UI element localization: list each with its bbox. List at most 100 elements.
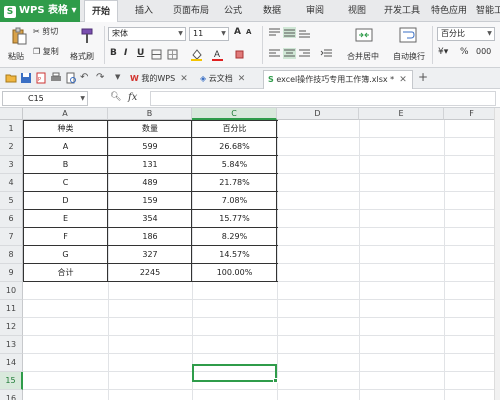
strikethrough-icon[interactable] (151, 49, 162, 60)
tab-page-layout[interactable]: 页面布局 (173, 0, 209, 22)
merge-center-icon[interactable] (355, 26, 373, 44)
undo-icon[interactable]: ↶ (80, 72, 88, 83)
close-icon[interactable]: ✕ (180, 74, 188, 84)
print-icon[interactable] (50, 72, 62, 84)
tab-view[interactable]: 视图 (348, 0, 366, 22)
export-pdf-icon[interactable]: P (35, 72, 47, 84)
row-header-3[interactable]: 3 (0, 156, 23, 174)
table-cell[interactable]: D (23, 192, 108, 210)
merge-center-button[interactable]: 合并居中 (347, 51, 379, 62)
selected-cell-c15[interactable] (192, 364, 278, 383)
close-icon[interactable]: ✕ (238, 74, 246, 84)
fill-color-icon[interactable] (190, 48, 203, 61)
underline-button[interactable]: U (137, 48, 144, 58)
table-cell[interactable]: 159 (108, 192, 192, 210)
wrap-text-button[interactable]: 自动换行 (393, 51, 425, 62)
table-cell[interactable]: 327 (108, 246, 192, 264)
table-header-cell[interactable]: 数量 (108, 120, 192, 138)
zoom-search-icon[interactable]: 🔍︎ (110, 92, 121, 102)
column-header-a[interactable]: A (23, 108, 108, 120)
table-cell[interactable]: C (23, 174, 108, 192)
row-header-6[interactable]: 6 (0, 210, 23, 228)
bold-button[interactable]: B (110, 48, 117, 58)
open-folder-icon[interactable] (5, 72, 17, 84)
column-header-c[interactable]: C (192, 108, 277, 120)
row-header-10[interactable]: 10 (0, 282, 23, 300)
align-middle-icon[interactable] (283, 27, 296, 38)
table-cell[interactable]: 131 (108, 156, 192, 174)
wps-app-button[interactable]: S WPS 表格 ▾ (0, 0, 80, 22)
tab-special[interactable]: 特色应用 (431, 0, 467, 22)
table-cell[interactable]: E (23, 210, 108, 228)
table-header-cell[interactable]: 百分比 (192, 120, 277, 138)
doc-tab-my-wps[interactable]: W 我的WPS ✕ (126, 70, 188, 88)
name-box[interactable]: C15 ▼ (2, 91, 88, 106)
table-cell[interactable]: F (23, 228, 108, 246)
table-cell[interactable]: 8.29% (192, 228, 277, 246)
format-painter-button[interactable]: 格式刷 (70, 51, 94, 62)
tab-formulas[interactable]: 公式 (224, 0, 242, 22)
tab-insert[interactable]: 插入 (135, 0, 153, 22)
table-cell[interactable]: 15.77% (192, 210, 277, 228)
row-header-4[interactable]: 4 (0, 174, 23, 192)
wrap-text-icon[interactable] (399, 26, 417, 44)
vertical-scrollbar[interactable] (494, 108, 500, 400)
row-header-14[interactable]: 14 (0, 354, 23, 372)
font-size-combo[interactable]: 11 ▼ (189, 27, 229, 41)
tab-home[interactable]: 开始 (84, 0, 119, 23)
shrink-font-button[interactable]: A (246, 28, 251, 36)
row-header-11[interactable]: 11 (0, 300, 23, 318)
select-all-corner[interactable] (0, 108, 23, 120)
column-header-f[interactable]: F (444, 108, 500, 120)
row-header-1[interactable]: 1 (0, 120, 23, 138)
doc-tab-cloud-docs[interactable]: ◈ 云文档 ✕ (196, 70, 245, 88)
formula-input[interactable] (150, 91, 496, 106)
redo-icon[interactable]: ↷ (96, 72, 104, 83)
table-cell[interactable]: 5.84% (192, 156, 277, 174)
print-preview-icon[interactable] (65, 72, 77, 84)
fx-function-icon[interactable]: fx (128, 92, 137, 103)
paste-icon[interactable] (10, 27, 28, 45)
table-cell[interactable]: A (23, 138, 108, 156)
italic-button[interactable]: I (124, 48, 127, 58)
close-icon[interactable]: ✕ (399, 75, 407, 85)
tab-data[interactable]: 数据 (263, 0, 281, 22)
table-cell[interactable]: 14.57% (192, 246, 277, 264)
table-cell[interactable]: 489 (108, 174, 192, 192)
tab-developer[interactable]: 开发工具 (384, 0, 420, 22)
row-header-16[interactable]: 16 (0, 390, 23, 400)
percent-button[interactable]: % (460, 47, 469, 57)
tab-smart[interactable]: 智能工 (476, 0, 500, 22)
row-header-7[interactable]: 7 (0, 228, 23, 246)
copy-button[interactable]: ❐ 复制 (33, 46, 59, 57)
table-cell[interactable]: 2245 (108, 264, 192, 282)
chevron-down-icon[interactable]: ▼ (115, 73, 120, 81)
row-header-15[interactable]: 15 (0, 372, 23, 390)
row-header-2[interactable]: 2 (0, 138, 23, 156)
format-painter-icon[interactable] (78, 27, 96, 45)
clear-format-icon[interactable] (233, 48, 246, 61)
grow-font-button[interactable]: A (234, 27, 241, 37)
table-cell[interactable]: G (23, 246, 108, 264)
table-header-cell[interactable]: 种类 (23, 120, 108, 138)
table-cell[interactable]: 599 (108, 138, 192, 156)
align-top-icon[interactable] (268, 27, 281, 38)
align-center-icon[interactable] (283, 48, 296, 59)
borders-icon[interactable] (167, 49, 178, 60)
currency-button[interactable]: ¥▾ (438, 47, 448, 57)
row-header-5[interactable]: 5 (0, 192, 23, 210)
number-format-combo[interactable]: 百分比 ▼ (437, 27, 495, 41)
table-cell[interactable]: 186 (108, 228, 192, 246)
column-header-e[interactable]: E (359, 108, 444, 120)
thousands-button[interactable]: 000 (476, 47, 491, 56)
table-cell[interactable]: 100.00% (192, 264, 277, 282)
font-color-icon[interactable]: A (211, 48, 224, 61)
tab-review[interactable]: 审阅 (306, 0, 324, 22)
table-cell[interactable]: 21.78% (192, 174, 277, 192)
doc-tab-workbook[interactable]: S excel操作技巧专用工作簿.xlsx * ✕ (263, 70, 413, 89)
table-cell[interactable]: B (23, 156, 108, 174)
row-header-12[interactable]: 12 (0, 318, 23, 336)
align-bottom-icon[interactable] (298, 27, 311, 38)
cut-button[interactable]: ✂ 剪切 (33, 26, 58, 37)
paste-button[interactable]: 粘贴 (8, 51, 24, 62)
